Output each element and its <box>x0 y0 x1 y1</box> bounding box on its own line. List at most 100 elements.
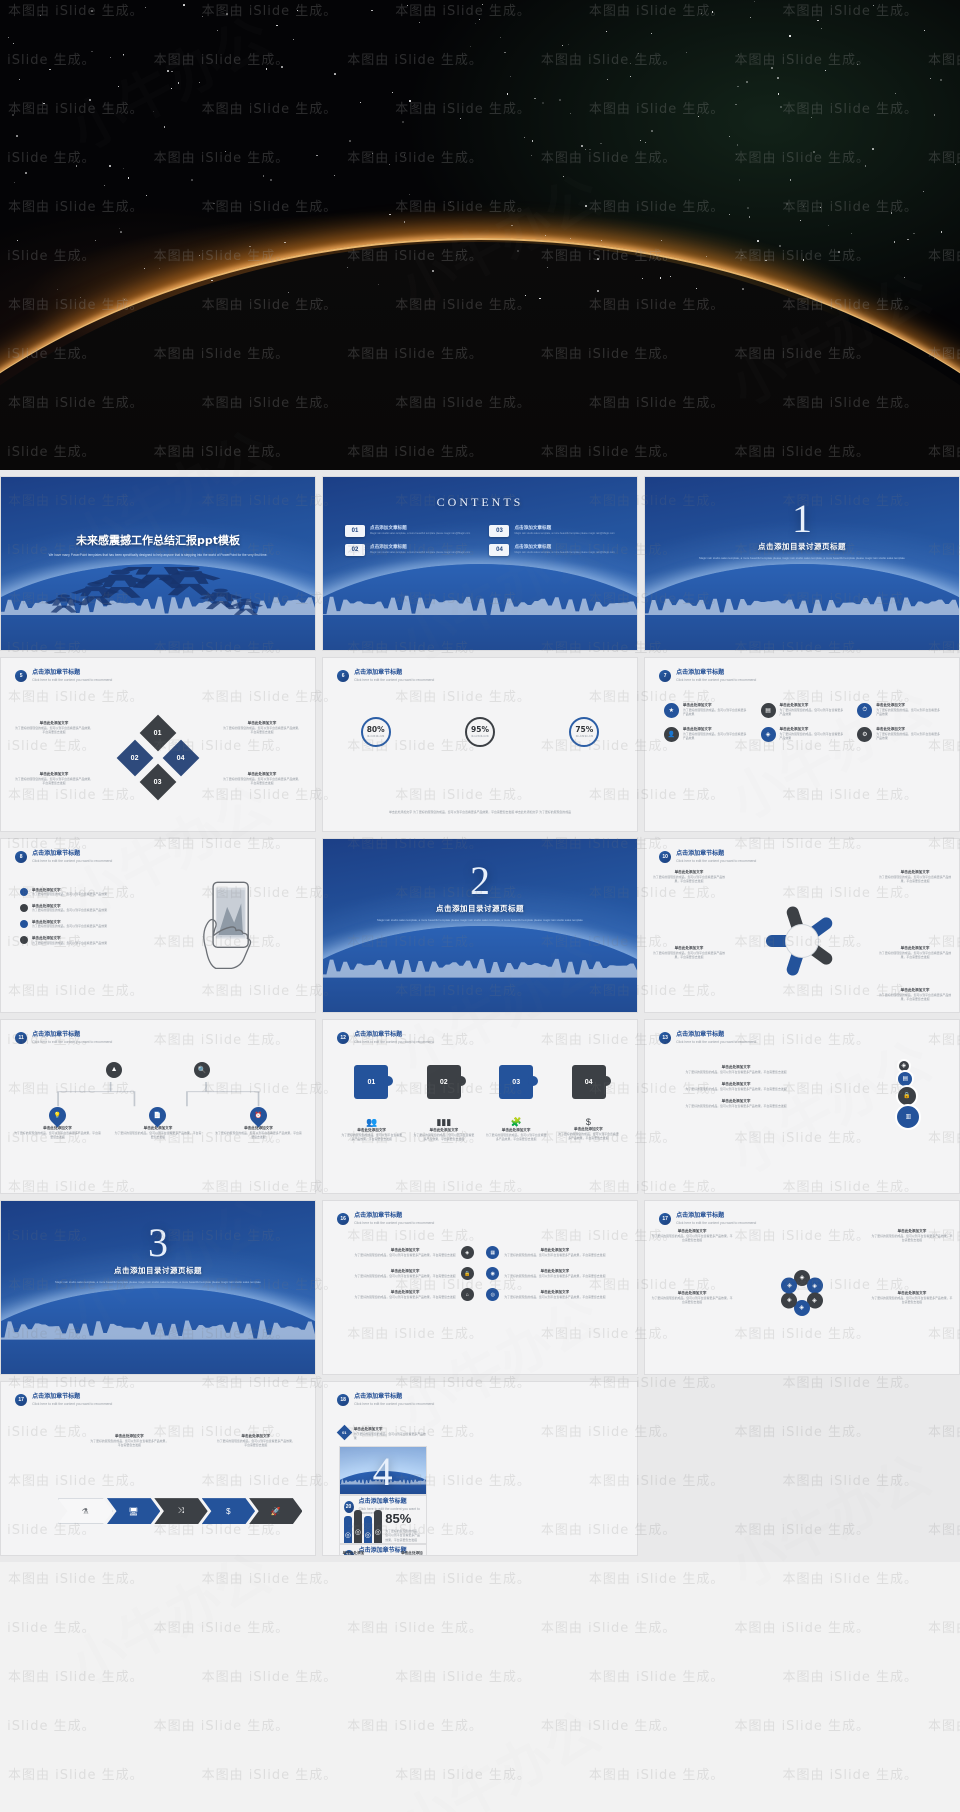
chevron-step[interactable]: ⤨ <box>154 1498 207 1524</box>
city-skyline-icon <box>645 588 959 616</box>
list-circle-icon: ◈ <box>461 1246 474 1259</box>
item-body: 为了更好的展现您的成品，您可以到平台查看更多产品效果，平台需要您去发掘 <box>877 993 952 1001</box>
feature-body: 为了更好的展现您的成品，您可以到平台查看更多产品效果 <box>683 708 747 716</box>
tree-node-bottom[interactable]: ⏰ 单击此处添加文字 为了更好的展现您的成品，您可以到平台查看更多产品效果，平台… <box>208 1107 308 1139</box>
bullet-row[interactable]: 单击此处添加文字 为了更好的展现您的成品，您可以到平台查看更多产品效果 <box>20 888 127 897</box>
slide-5-percent-slide[interactable]: 6 点击添加章节标题 Click here to edit the conten… <box>322 657 638 832</box>
bullet-body: 为了更好的展现您的成品，您可以到平台查看更多产品效果 <box>32 908 107 912</box>
slide-number-badge: 7 <box>659 670 671 682</box>
diamond-node[interactable]: 01 <box>140 715 177 752</box>
puzzle-piece[interactable]: 04 <box>572 1065 606 1099</box>
bar-column[interactable]: ◎ Option 02 <box>354 1510 362 1544</box>
target-step[interactable]: 01 单击此处添加文字 为了更好的展现您的成品，您可以到平台查看更多产品效果 0… <box>339 1427 427 1440</box>
tree-node-top[interactable]: ▲ <box>70 1062 158 1078</box>
list-circle-row[interactable]: 单击此处添加文字 为了更好的展现您的成品，您可以到平台查看更多产品效果，平台需要… <box>336 1267 474 1280</box>
bar-column[interactable]: ◎ Option 01 <box>344 1516 352 1544</box>
contents-item[interactable]: 04 点击添加文章标题 Magic rain studio sales temp… <box>489 544 615 556</box>
puzzle-icon-col[interactable]: 👥 单击此处添加文字 为了更好的展现您的成品，您可以到平台查看更多产品效果，平台… <box>336 1117 408 1141</box>
item-body: 为了更好的展现您的成品，您可以到平台查看更多产品效果，平台需要您去发掘 <box>877 875 952 883</box>
icon-feature-cell[interactable]: ▤ 单击此处添加文字 为了更好的展现您的成品，您可以到平台查看更多产品效果 <box>761 703 844 718</box>
bar-column[interactable]: ◎ Option 04 <box>374 1510 382 1544</box>
flower-text: 单击此处添加文字 为了更好的展现您的成品，您可以到平台查看更多产品效果，平台需要… <box>651 1229 733 1242</box>
tree-node-top[interactable]: 🔍 <box>158 1062 246 1078</box>
ring-node[interactable]: ▥ <box>895 1104 921 1130</box>
slide-7-phone-slide[interactable]: 8 点击添加章节标题 Click here to edit the conten… <box>0 838 316 1013</box>
list-circle-icon: ▦ <box>486 1246 499 1259</box>
section-number: 3 <box>1 1225 315 1261</box>
slide-4-diamond-slide[interactable]: 5 点击添加章节标题 Click here to edit the conten… <box>0 657 316 832</box>
icon-feature-cell[interactable]: ◈ 单击此处添加文字 为了更好的展现您的成品，您可以到平台查看更多产品效果 <box>761 727 844 742</box>
slide-16-chevron-slide[interactable]: 17 点击添加章节标题 Click here to edit the conte… <box>0 1381 316 1556</box>
slide-8-section-slide[interactable]: 2 点击添加目录讨源页标题 Magic rain studio sales te… <box>322 838 638 1013</box>
item-body: 为了更好的展现您的成品，您可以到平台查看更多产品效果，平台需要您去发掘 <box>215 1439 296 1447</box>
bullet-row[interactable]: 单击此处添加文字 为了更好的展现您的成品，您可以到平台查看更多产品效果 <box>20 936 127 945</box>
slide-title: 点击添加章节标题 <box>32 1394 112 1401</box>
list-circle-row[interactable]: 单击此处添加文字 为了更好的展现您的成品，您可以到平台查看更多产品效果，平台需要… <box>336 1246 474 1259</box>
diamond-node[interactable]: 02 <box>117 739 154 776</box>
icon-feature-cell[interactable]: ⏱ 单击此处添加文字 为了更好的展现您的成品，您可以到平台查看更多产品效果 <box>857 703 940 718</box>
slide-subtitle: Click here to edit the content you want … <box>32 859 112 863</box>
chevron-step[interactable]: ⚗ <box>58 1498 113 1524</box>
list-circle-row[interactable]: 单击此处添加文字 为了更好的展现您的成品，您可以到平台查看更多产品效果，平台需要… <box>336 1288 474 1301</box>
slide-6-icongrid-slide[interactable]: 7 点击添加章节标题 Click here to edit the conten… <box>644 657 960 832</box>
list-circle-row[interactable]: ◉ 单击此处添加文字 为了更好的展现您的成品，您可以到平台查看更多产品效果，平台… <box>486 1267 624 1280</box>
icon-feature-cell[interactable]: ⚙ 单击此处添加文字 为了更好的展现您的成品，您可以到平台查看更多产品效果 <box>857 727 940 742</box>
contents-item-title: 点击添加文章标题 <box>370 544 470 550</box>
contents-item[interactable]: 03 点击添加文章标题 Magic rain studio sales temp… <box>489 525 615 537</box>
slide-header: 13 点击添加章节标题 Click here to edit the conte… <box>659 1032 756 1044</box>
petal-text: 单击此处添加文字 为了更好的展现您的成品，您可以到平台查看更多产品效果，平台需要… <box>651 946 726 959</box>
slide-subtitle: Click here to edit the content you want … <box>32 1040 112 1044</box>
chevron-step[interactable]: 🚀 <box>249 1498 302 1524</box>
slide-1-title-slide[interactable]: 未来感震撼工作总结汇报ppt模板 We have many PowerPoint… <box>0 476 316 651</box>
percent-ring[interactable]: 80% 输入标题 输入标题 <box>361 717 391 747</box>
puzzle-piece[interactable]: 02 <box>427 1065 461 1099</box>
puzzle-piece[interactable]: 03 <box>499 1065 533 1099</box>
percent-ring[interactable]: 95% 输入标题 输入标题 <box>465 717 495 747</box>
slide-15-flower-slide[interactable]: 17 点击添加章节标题 Click here to edit the conte… <box>644 1200 960 1375</box>
puzzle-icon-col[interactable]: 🧩 单击此处添加文字 为了更好的展现您的成品，您可以到平台查看更多产品效果，平台… <box>480 1117 552 1141</box>
feature-body: 为了更好的展现您的成品，您可以到平台查看更多产品效果 <box>683 732 747 740</box>
slide-13-section-slide[interactable]: 3 点击添加目录讨源页标题 Magic rain studio sales te… <box>0 1200 316 1375</box>
list-circle-row[interactable]: ◎ 单击此处添加文字 为了更好的展现您的成品，您可以到平台查看更多产品效果，平台… <box>486 1288 624 1301</box>
slide-19-bars-slide[interactable]: 20 点击添加章节标题 Click here to edit the conte… <box>339 1495 427 1544</box>
diamond-node[interactable]: 03 <box>140 764 177 801</box>
slide-number-badge: 5 <box>15 670 27 682</box>
tree-node-icon: ▲ <box>106 1062 122 1078</box>
slide-9-petal-slide[interactable]: 10 点击添加章节标题 Click here to edit the conte… <box>644 838 960 1013</box>
contents-item-sub: Magic rain studio sales template, a more… <box>370 551 470 554</box>
slide-title: 点击添加章节标题 <box>676 851 756 858</box>
contents-item[interactable]: 01 点击添加文章标题 Magic rain studio sales temp… <box>345 525 471 537</box>
slide-17-target-slide[interactable]: 18 点击添加章节标题 Click here to edit the conte… <box>322 1381 638 1556</box>
slide-11-puzzle-slide[interactable]: 12 点击添加章节标题 Click here to edit the conte… <box>322 1019 638 1194</box>
icon-feature-cell[interactable]: ★ 单击此处添加文字 为了更好的展现您的成品，您可以到平台查看更多产品效果 <box>664 703 747 718</box>
bullet-row[interactable]: 单击此处添加文字 为了更好的展现您的成品，您可以到平台查看更多产品效果 <box>20 904 127 913</box>
chevron-step[interactable]: 🖥 <box>107 1498 160 1524</box>
chevron-step[interactable]: $ <box>202 1498 255 1524</box>
puzzle-piece[interactable]: 01 <box>354 1065 388 1099</box>
tree-node-bottom[interactable]: 📄 单击此处添加文字 为了更好的展现您的成品，您可以到平台查看更多产品效果，平台… <box>108 1107 208 1139</box>
item-caption: 单击此处添加文字 <box>401 1551 423 1556</box>
slide-header: 18 点击添加章节标题 Click here to edit the conte… <box>337 1394 434 1406</box>
slide-14-listcircles-slide[interactable]: 16 点击添加章节标题 Click here to edit the conte… <box>322 1200 638 1375</box>
item-body: 为了更好的展现您的成品，您可以到平台查看更多产品效果，平台需要您去发掘 <box>651 1234 733 1242</box>
tree-node-bottom[interactable]: 💡 单击此处添加文字 为了更好的展现您的成品，您可以到平台查看更多产品效果，平台… <box>7 1107 107 1139</box>
puzzle-icon-col[interactable]: ▮▮▮ 单击此处添加文字 为了更好的展现您的成品，您可以到平台查看更多产品效果，… <box>408 1117 480 1141</box>
puzzle-icon-col[interactable]: $ 单击此处添加文字 为了更好的展现您的成品，您可以到平台查看更多产品效果，平台… <box>552 1117 624 1141</box>
icon-feature-cell[interactable]: 👤 单击此处添加文字 为了更好的展现您的成品，您可以到平台查看更多产品效果 <box>664 727 747 742</box>
bullet-dot-icon <box>20 936 28 944</box>
slide-20-molecule-slide[interactable]: 21 点击添加章节标题 Click here to edit the conte… <box>339 1544 427 1556</box>
slide-2-contents-slide[interactable]: CONTENTS 01 点击添加文章标题 Magic rain studio s… <box>322 476 638 651</box>
list-circle-row[interactable]: ▦ 单击此处添加文字 为了更好的展现您的成品，您可以到平台查看更多产品效果，平台… <box>486 1246 624 1259</box>
percent-ring[interactable]: 75% 输入标题 输入标题 <box>569 717 599 747</box>
contents-item[interactable]: 02 点击添加文章标题 Magic rain studio sales temp… <box>345 544 471 556</box>
bullet-row[interactable]: 单击此处添加文字 为了更好的展现您的成品，您可以到平台查看更多产品效果 <box>20 920 127 929</box>
slide-3-section-slide[interactable]: 1 点击添加目录讨源页标题 Magic rain studio sales te… <box>644 476 960 651</box>
bar-column[interactable]: ◎ Option 03 <box>364 1516 372 1544</box>
slide-thumbnail-grid: 未来感震撼工作总结汇报ppt模板 We have many PowerPoint… <box>0 470 960 1556</box>
item-body: 为了更好的展现您的成品，您可以到平台查看更多产品效果，平台需要您去发掘 <box>14 777 95 785</box>
slide-title: 点击添加章节标题 <box>32 1032 112 1039</box>
slide-18-section-slide[interactable]: 4 点击添加目录讨源页标题 Magic rain studio sales te… <box>339 1446 427 1495</box>
slide-12-rings-slide[interactable]: 13 点击添加章节标题 Click here to edit the conte… <box>644 1019 960 1194</box>
slide-10-tree-slide[interactable]: 11 点击添加章节标题 Click here to edit the conte… <box>0 1019 316 1194</box>
diamond-node[interactable]: 04 <box>162 739 199 776</box>
